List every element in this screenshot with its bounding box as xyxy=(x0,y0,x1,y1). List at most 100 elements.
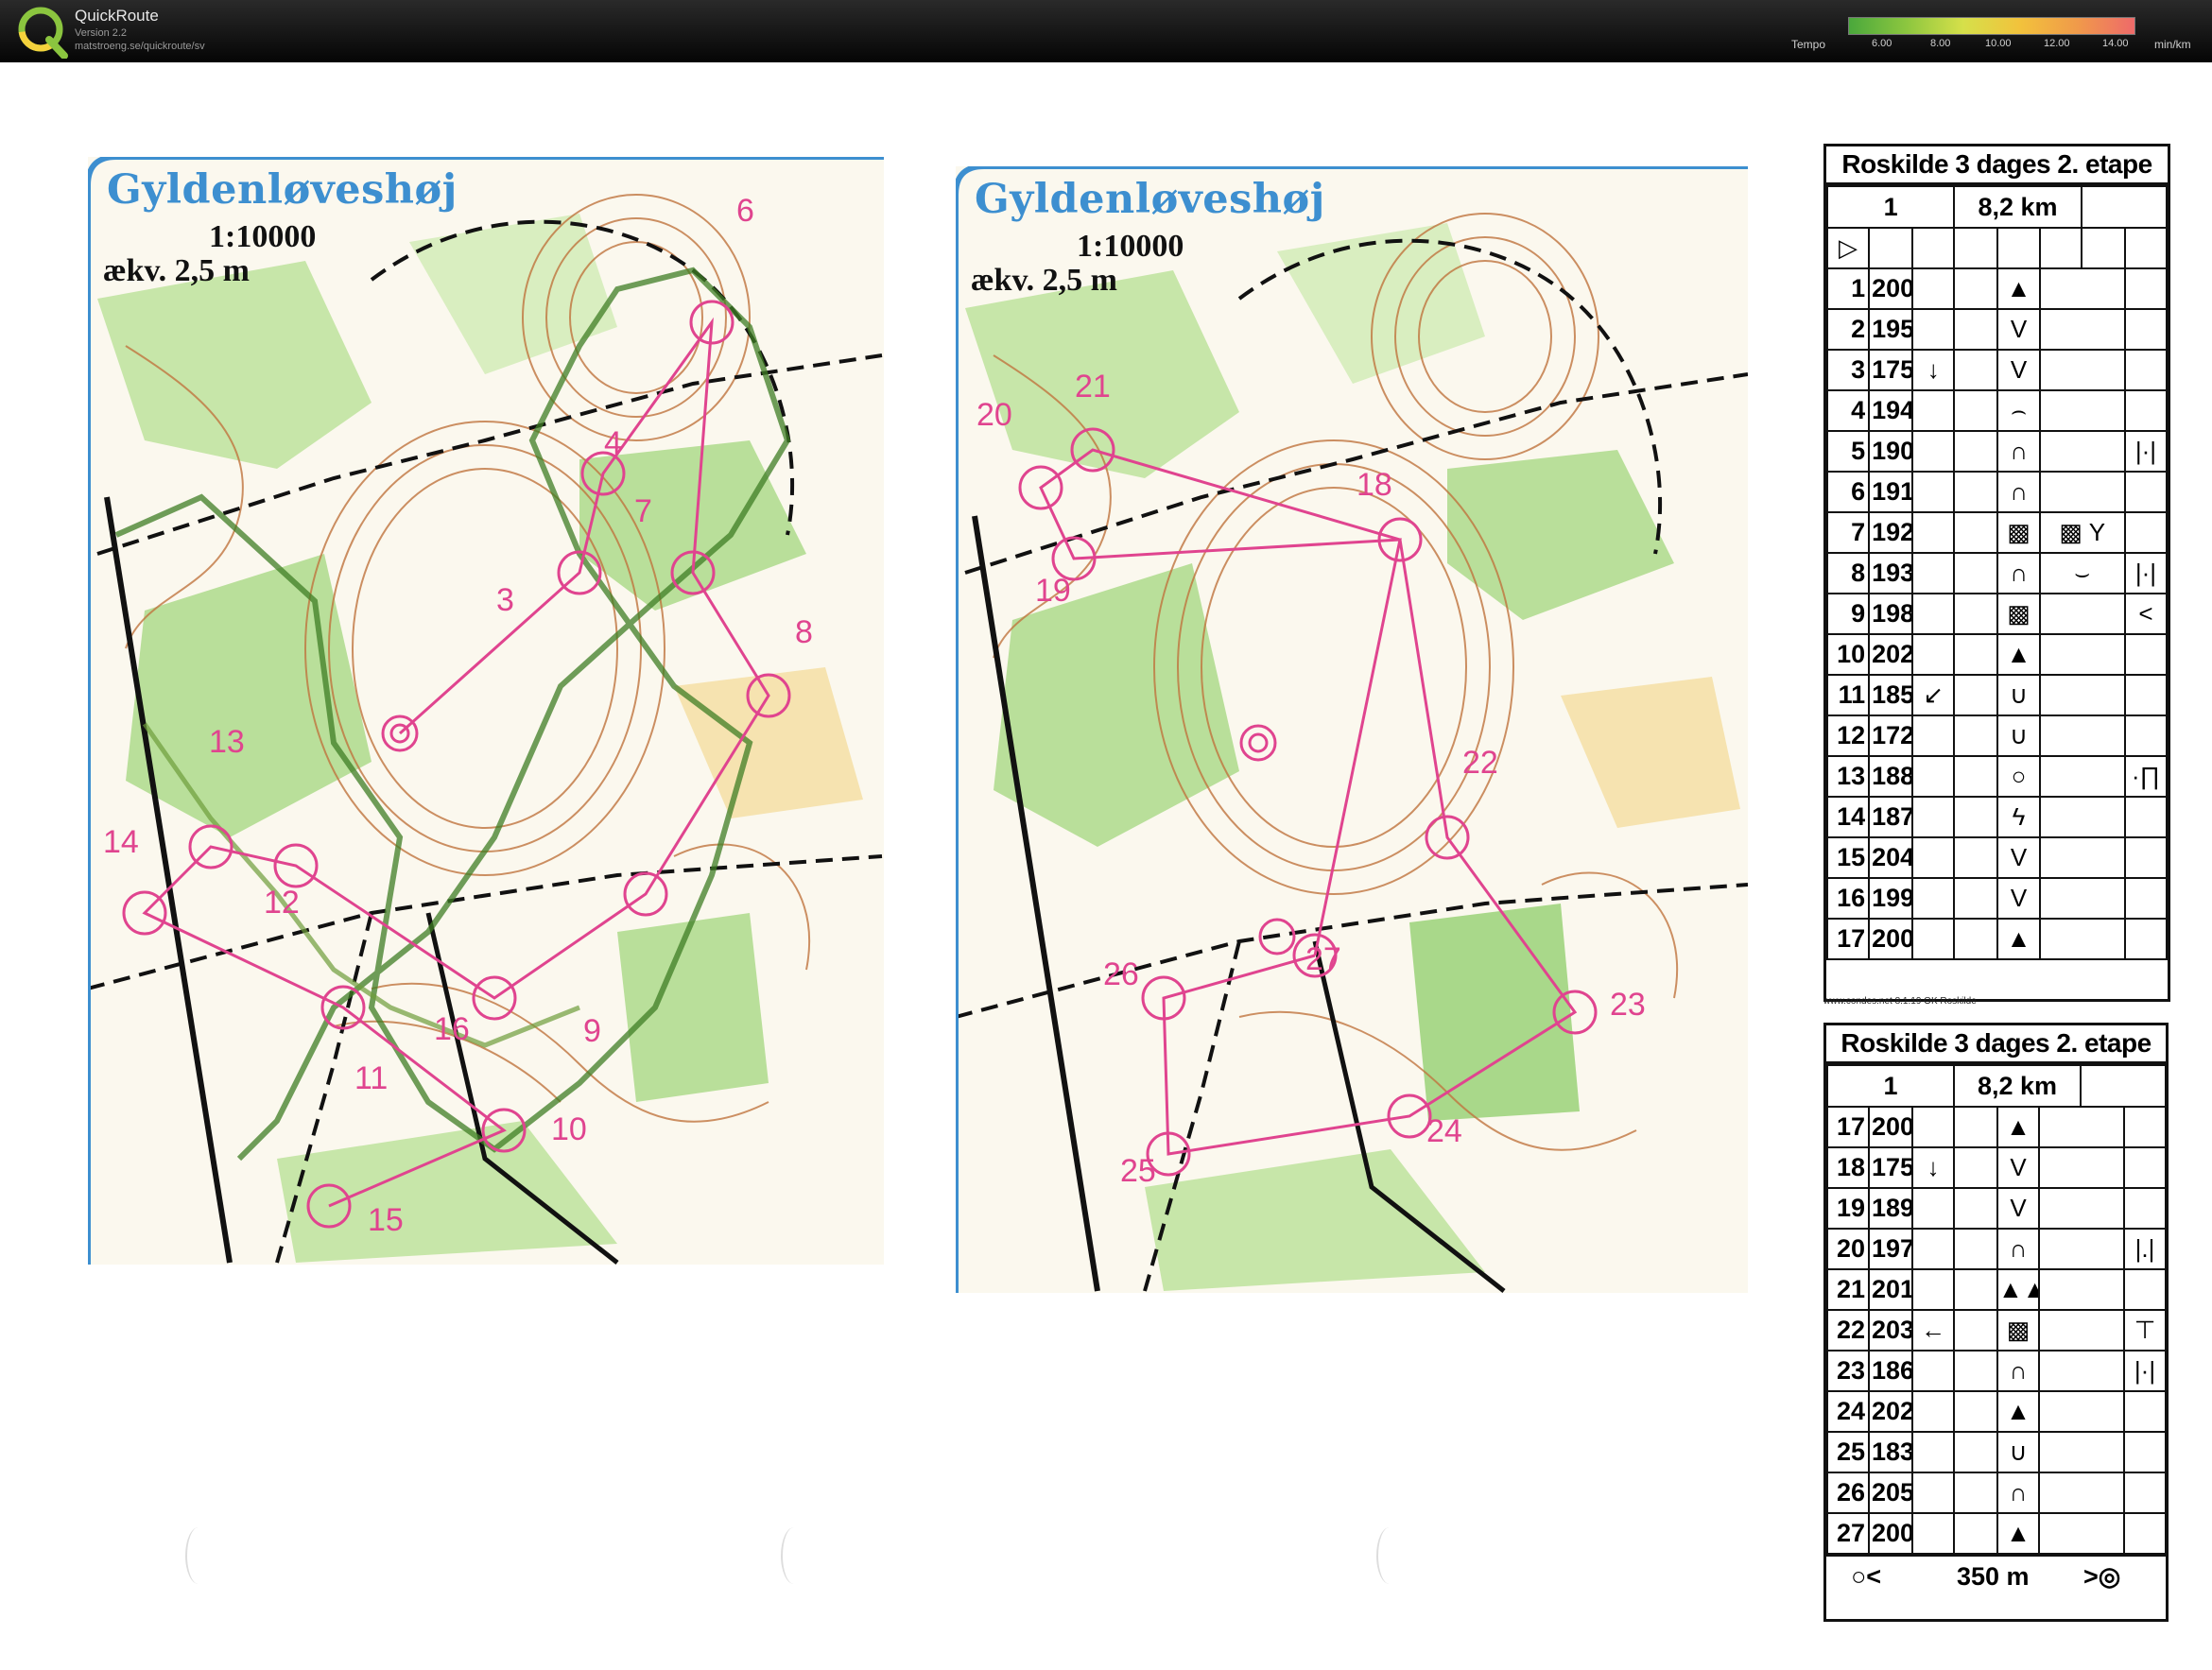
appearance-icon xyxy=(2038,714,2126,757)
control-number-cell: 27 xyxy=(1826,1512,1870,1555)
empty-cell xyxy=(2080,227,2126,269)
direction-icon xyxy=(1910,1187,1956,1230)
empty-cell xyxy=(1953,755,1999,798)
direction-icon xyxy=(1911,918,1956,960)
feature-icon: ∪ xyxy=(1996,1431,2041,1473)
appearance-icon xyxy=(2038,1268,2126,1311)
direction-icon xyxy=(1910,1228,1956,1270)
control-row: 16 199 V xyxy=(1825,877,2169,920)
empty-cell xyxy=(1953,633,1999,676)
location-icon: |·| xyxy=(2123,1350,2168,1392)
appearance-icon xyxy=(2038,1309,2126,1351)
tempo-color-scale xyxy=(1848,17,2135,35)
map-title: Gyldenløveshøj xyxy=(975,176,1325,223)
feature-icon: ∪ xyxy=(1996,714,2041,757)
description-header-row: 1 8,2 km xyxy=(1825,1064,2168,1108)
appearance-icon xyxy=(2038,755,2126,798)
control-code-cell: 199 xyxy=(1868,877,1914,920)
location-icon: |·| xyxy=(2123,430,2169,473)
direction-icon xyxy=(1910,1472,1956,1514)
appearance-icon xyxy=(2038,267,2126,310)
empty-cell xyxy=(1953,308,1999,351)
control-number-cell: 8 xyxy=(1825,552,1871,594)
feature-icon: ∩ xyxy=(1996,471,2041,513)
empty-cell xyxy=(1953,1187,1999,1230)
appearance-icon xyxy=(2038,593,2126,635)
course-length: 8,2 km xyxy=(1953,1064,2082,1108)
header-empty xyxy=(2080,1064,2168,1108)
appearance-icon xyxy=(2038,471,2126,513)
orienteering-map-right[interactable]: Gyldenløveshøj 1:10000 ækv. 2,5 m 18 19 … xyxy=(956,166,1748,1293)
description-title: Roskilde 3 dages 2. etape xyxy=(1826,1025,2166,1064)
empty-cell xyxy=(1953,1390,1999,1433)
empty-cell xyxy=(1953,593,1999,635)
control-row: 8 193 ∩ ⌣ |·| xyxy=(1825,552,2169,594)
direction-icon xyxy=(1911,430,1956,473)
map-left-drawing xyxy=(88,157,884,1265)
control-code-cell: 200 xyxy=(1868,1512,1913,1555)
feature-icon: V xyxy=(1996,877,2041,920)
control-number-cell: 22 xyxy=(1826,1309,1870,1351)
location-icon xyxy=(2123,796,2169,838)
control-number-cell: 24 xyxy=(1826,1390,1870,1433)
app-url[interactable]: matstroeng.se/quickroute/sv xyxy=(75,41,205,52)
control-number: 25 xyxy=(1120,1153,1156,1189)
control-row: 7 192 ▩ ▩ Y xyxy=(1825,511,2169,554)
feature-icon: V xyxy=(1996,308,2041,351)
map-title: Gyldenløveshøj xyxy=(107,166,458,214)
description-header-row: 1 8,2 km xyxy=(1825,185,2169,229)
direction-icon xyxy=(1910,1350,1956,1392)
appearance-icon xyxy=(2038,1228,2126,1270)
course-class: 1 xyxy=(1825,185,1956,229)
control-number: 23 xyxy=(1610,987,1646,1023)
empty-cell xyxy=(1953,389,1999,432)
appearance-icon xyxy=(2038,674,2126,716)
quickroute-logo-icon xyxy=(18,7,68,59)
appearance-icon xyxy=(2038,877,2126,920)
control-row: 24 202 ▲ xyxy=(1826,1390,2168,1433)
control-number-cell: 13 xyxy=(1825,755,1871,798)
direction-icon xyxy=(1911,714,1956,757)
control-row: 27 200 ▲ xyxy=(1826,1512,2168,1555)
direction-icon xyxy=(1910,1106,1956,1148)
control-number: 21 xyxy=(1075,369,1111,405)
control-number-cell: 17 xyxy=(1825,918,1871,960)
control-number-cell: 12 xyxy=(1825,714,1871,757)
control-number: 15 xyxy=(368,1202,404,1238)
control-code-cell: 191 xyxy=(1868,471,1914,513)
control-row: 10 202 ▲ xyxy=(1825,633,2169,676)
control-code-cell: 188 xyxy=(1868,755,1914,798)
orienteering-map-left[interactable]: Gyldenløveshøj 1:10000 ækv. 2,5 m 3 4 6 … xyxy=(88,157,884,1265)
control-row: 26 205 ∩ xyxy=(1826,1472,2168,1514)
appearance-icon xyxy=(2038,308,2126,351)
empty-cell xyxy=(1953,1431,1999,1473)
empty-cell xyxy=(1953,1309,1999,1351)
location-icon: ⊤ xyxy=(2123,1309,2168,1351)
control-code-cell: 205 xyxy=(1868,1472,1913,1514)
direction-icon xyxy=(1910,1268,1956,1311)
control-code-cell: 203 xyxy=(1868,1309,1913,1351)
empty-cell xyxy=(1953,227,1999,269)
location-icon xyxy=(2123,267,2169,310)
feature-icon: ▲▲ xyxy=(1996,1268,2041,1311)
control-code-cell: 190 xyxy=(1868,430,1914,473)
map-equidistance: ækv. 2,5 m xyxy=(103,253,250,288)
appearance-icon xyxy=(2038,918,2126,960)
control-number-cell: 10 xyxy=(1825,633,1871,676)
empty-cell xyxy=(1953,267,1999,310)
control-number-cell: 11 xyxy=(1825,674,1871,716)
title-bar: QuickRoute Version 2.2 matstroeng.se/qui… xyxy=(0,0,2212,62)
control-description-sheet: Roskilde 3 dages 2. etape 1 8,2 km 17 200 ▲ 1… xyxy=(1823,1023,2169,1622)
control-code-cell: 202 xyxy=(1868,1390,1913,1433)
control-number-cell: 1 xyxy=(1825,267,1871,310)
control-number: 26 xyxy=(1103,956,1139,992)
location-icon: ·∏ xyxy=(2123,755,2169,798)
map-canvas[interactable]: Gyldenløveshøj 1:10000 ækv. 2,5 m 3 4 6 … xyxy=(0,62,2212,1670)
location-icon xyxy=(2123,471,2169,513)
control-number-cell: 9 xyxy=(1825,593,1871,635)
control-row: 1 200 ▲ xyxy=(1825,267,2169,310)
start-triangle-icon: ▷ xyxy=(1825,227,1871,269)
appearance-icon: ▩ Y xyxy=(2038,511,2126,554)
control-description-sheet: Roskilde 3 dages 2. etape 1 8,2 km ▷ 1 200 ▲ 2… xyxy=(1823,144,2170,1002)
feature-icon: ⌢ xyxy=(1996,389,2041,432)
